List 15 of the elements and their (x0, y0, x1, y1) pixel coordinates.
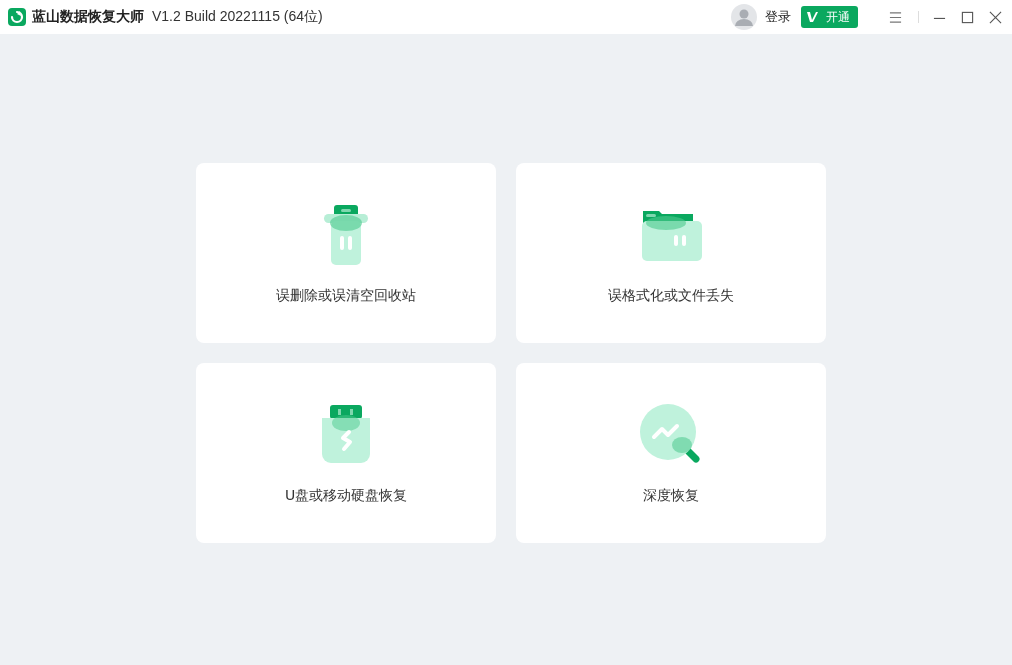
app-title: 蓝山数据恢复大师 (32, 8, 144, 26)
menu-icon[interactable] (889, 10, 902, 24)
option-label: 深度恢复 (643, 487, 699, 505)
login-link[interactable]: 登录 (765, 8, 791, 26)
option-label: U盘或移动硬盘恢复 (284, 487, 408, 505)
option-label: 误删除或误清空回收站 (276, 287, 416, 305)
option-label: 误格式化或文件丢失 (608, 287, 734, 305)
close-icon[interactable] (989, 10, 1002, 24)
recovery-option-card[interactable]: 深度恢复 (516, 363, 826, 543)
recovery-option-card[interactable]: 误删除或误清空回收站 (196, 163, 496, 343)
recovery-option-card[interactable]: 误格式化或文件丢失 (516, 163, 826, 343)
maximize-icon[interactable] (961, 10, 974, 24)
version-text: V1.2 Build 20221115 (64位) (152, 8, 323, 26)
app-logo-icon (8, 8, 26, 26)
recovery-option-card[interactable]: U盘或移动硬盘恢复 (196, 363, 496, 543)
